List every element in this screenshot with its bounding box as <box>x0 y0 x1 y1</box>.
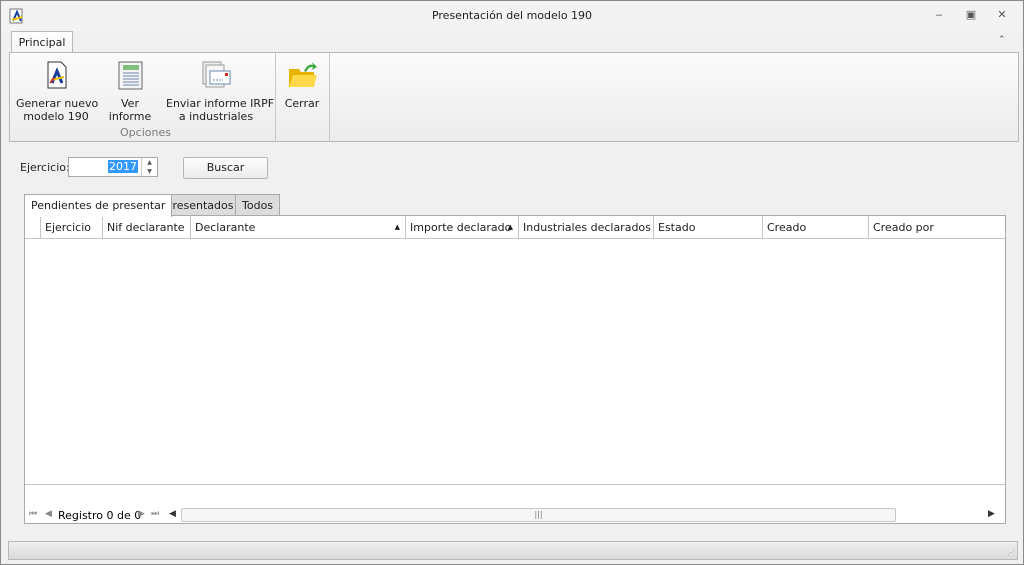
ver-informe-label: Ver informe <box>108 97 152 123</box>
col-creado[interactable]: Creado <box>763 216 869 239</box>
minimize-button[interactable]: ‒ <box>931 8 947 22</box>
maximize-button[interactable]: ▣ <box>963 8 979 22</box>
generar-label: Generar nuevo modelo 190 <box>16 97 99 123</box>
col-industriales[interactable]: Industriales declarados <box>519 216 654 239</box>
col-importe[interactable]: Importe declarado ▲ <box>406 216 519 239</box>
group-separator <box>275 53 276 141</box>
col-estado[interactable]: Estado <box>654 216 763 239</box>
col-ejercicio[interactable]: Ejercicio <box>41 216 103 239</box>
col-declarante[interactable]: Declarante ▲ <box>191 216 406 239</box>
first-record-icon[interactable]: ⏮ <box>29 506 37 523</box>
scroll-left-icon[interactable]: ◀ <box>169 506 176 523</box>
col-nif[interactable]: Nif declarante <box>103 216 191 239</box>
next-record-icon[interactable]: ▶ <box>138 506 145 523</box>
report-icon <box>118 61 143 90</box>
ejercicio-value[interactable]: 2017 <box>108 160 138 173</box>
document-aeat-icon <box>47 61 67 89</box>
status-bar <box>8 541 1018 560</box>
grid-header: Ejercicio Nif declarante Declarante ▲ Imp… <box>25 216 1005 239</box>
enviar-informe-button[interactable]: Enviar informe IRPF a industriales <box>166 57 274 123</box>
ejercicio-label: Ejercicio: <box>20 161 70 174</box>
grid-navigator: ⏮ ◀ Registro 0 de 0 ▶ ⏭ ◀ ||| ▶ <box>25 506 1005 523</box>
window-title: Presentación del modelo 190 <box>431 9 593 22</box>
last-record-icon[interactable]: ⏭ <box>151 506 159 523</box>
main-window: Presentación del modelo 190 ‒ ▣ ✕ Princi… <box>0 0 1024 565</box>
sort-asc-icon: ▲ <box>394 223 400 231</box>
scroll-right-icon[interactable]: ▶ <box>988 506 995 523</box>
collapse-ribbon-icon[interactable]: ⌃ <box>998 35 1006 45</box>
close-button[interactable]: ✕ <box>994 8 1010 22</box>
tab-pendientes[interactable]: Pendientes de presentar <box>24 194 173 217</box>
folder-exit-icon <box>289 62 317 87</box>
ribbon: Generar nuevo modelo 190 Ver informe Env… <box>9 52 1019 142</box>
ejercicio-spinner[interactable]: 2017 ▲ ▼ <box>68 157 158 177</box>
row-indicator-header <box>25 216 41 239</box>
tab-todos[interactable]: Todos <box>235 194 281 216</box>
sort-asc-icon: ▲ <box>507 223 513 231</box>
col-importe-label: Importe declarado <box>410 221 512 234</box>
grid-footer-divider <box>25 484 1005 485</box>
cerrar-label: Cerrar <box>284 97 320 110</box>
enviar-label: Enviar informe IRPF a industriales <box>166 97 275 123</box>
send-report-icon <box>202 61 231 88</box>
group-label-opciones: Opciones <box>120 126 171 139</box>
spin-down-icon[interactable]: ▼ <box>142 167 157 176</box>
prev-record-icon[interactable]: ◀ <box>45 506 52 523</box>
col-declarante-label: Declarante <box>195 221 256 234</box>
buscar-button[interactable]: Buscar <box>183 157 268 179</box>
ribbon-tab-principal[interactable]: Principal <box>11 31 73 53</box>
group-separator <box>329 53 330 141</box>
col-creado-por[interactable]: Creado por <box>869 216 1005 239</box>
spin-up-icon[interactable]: ▲ <box>142 158 157 167</box>
resize-grip-icon[interactable]: ⋰ <box>1007 548 1015 557</box>
data-grid[interactable]: Ejercicio Nif declarante Declarante ▲ Imp… <box>24 215 1006 524</box>
title-bar: Presentación del modelo 190 ‒ ▣ ✕ <box>1 1 1023 31</box>
horizontal-scrollbar-thumb[interactable]: ||| <box>181 508 896 522</box>
cerrar-button[interactable]: Cerrar <box>281 57 323 110</box>
spin-buttons[interactable]: ▲ ▼ <box>141 158 157 176</box>
record-count: Registro 0 de 0 <box>58 509 142 522</box>
ver-informe-button[interactable]: Ver informe <box>100 57 160 123</box>
generar-modelo-button[interactable]: Generar nuevo modelo 190 <box>16 57 99 123</box>
